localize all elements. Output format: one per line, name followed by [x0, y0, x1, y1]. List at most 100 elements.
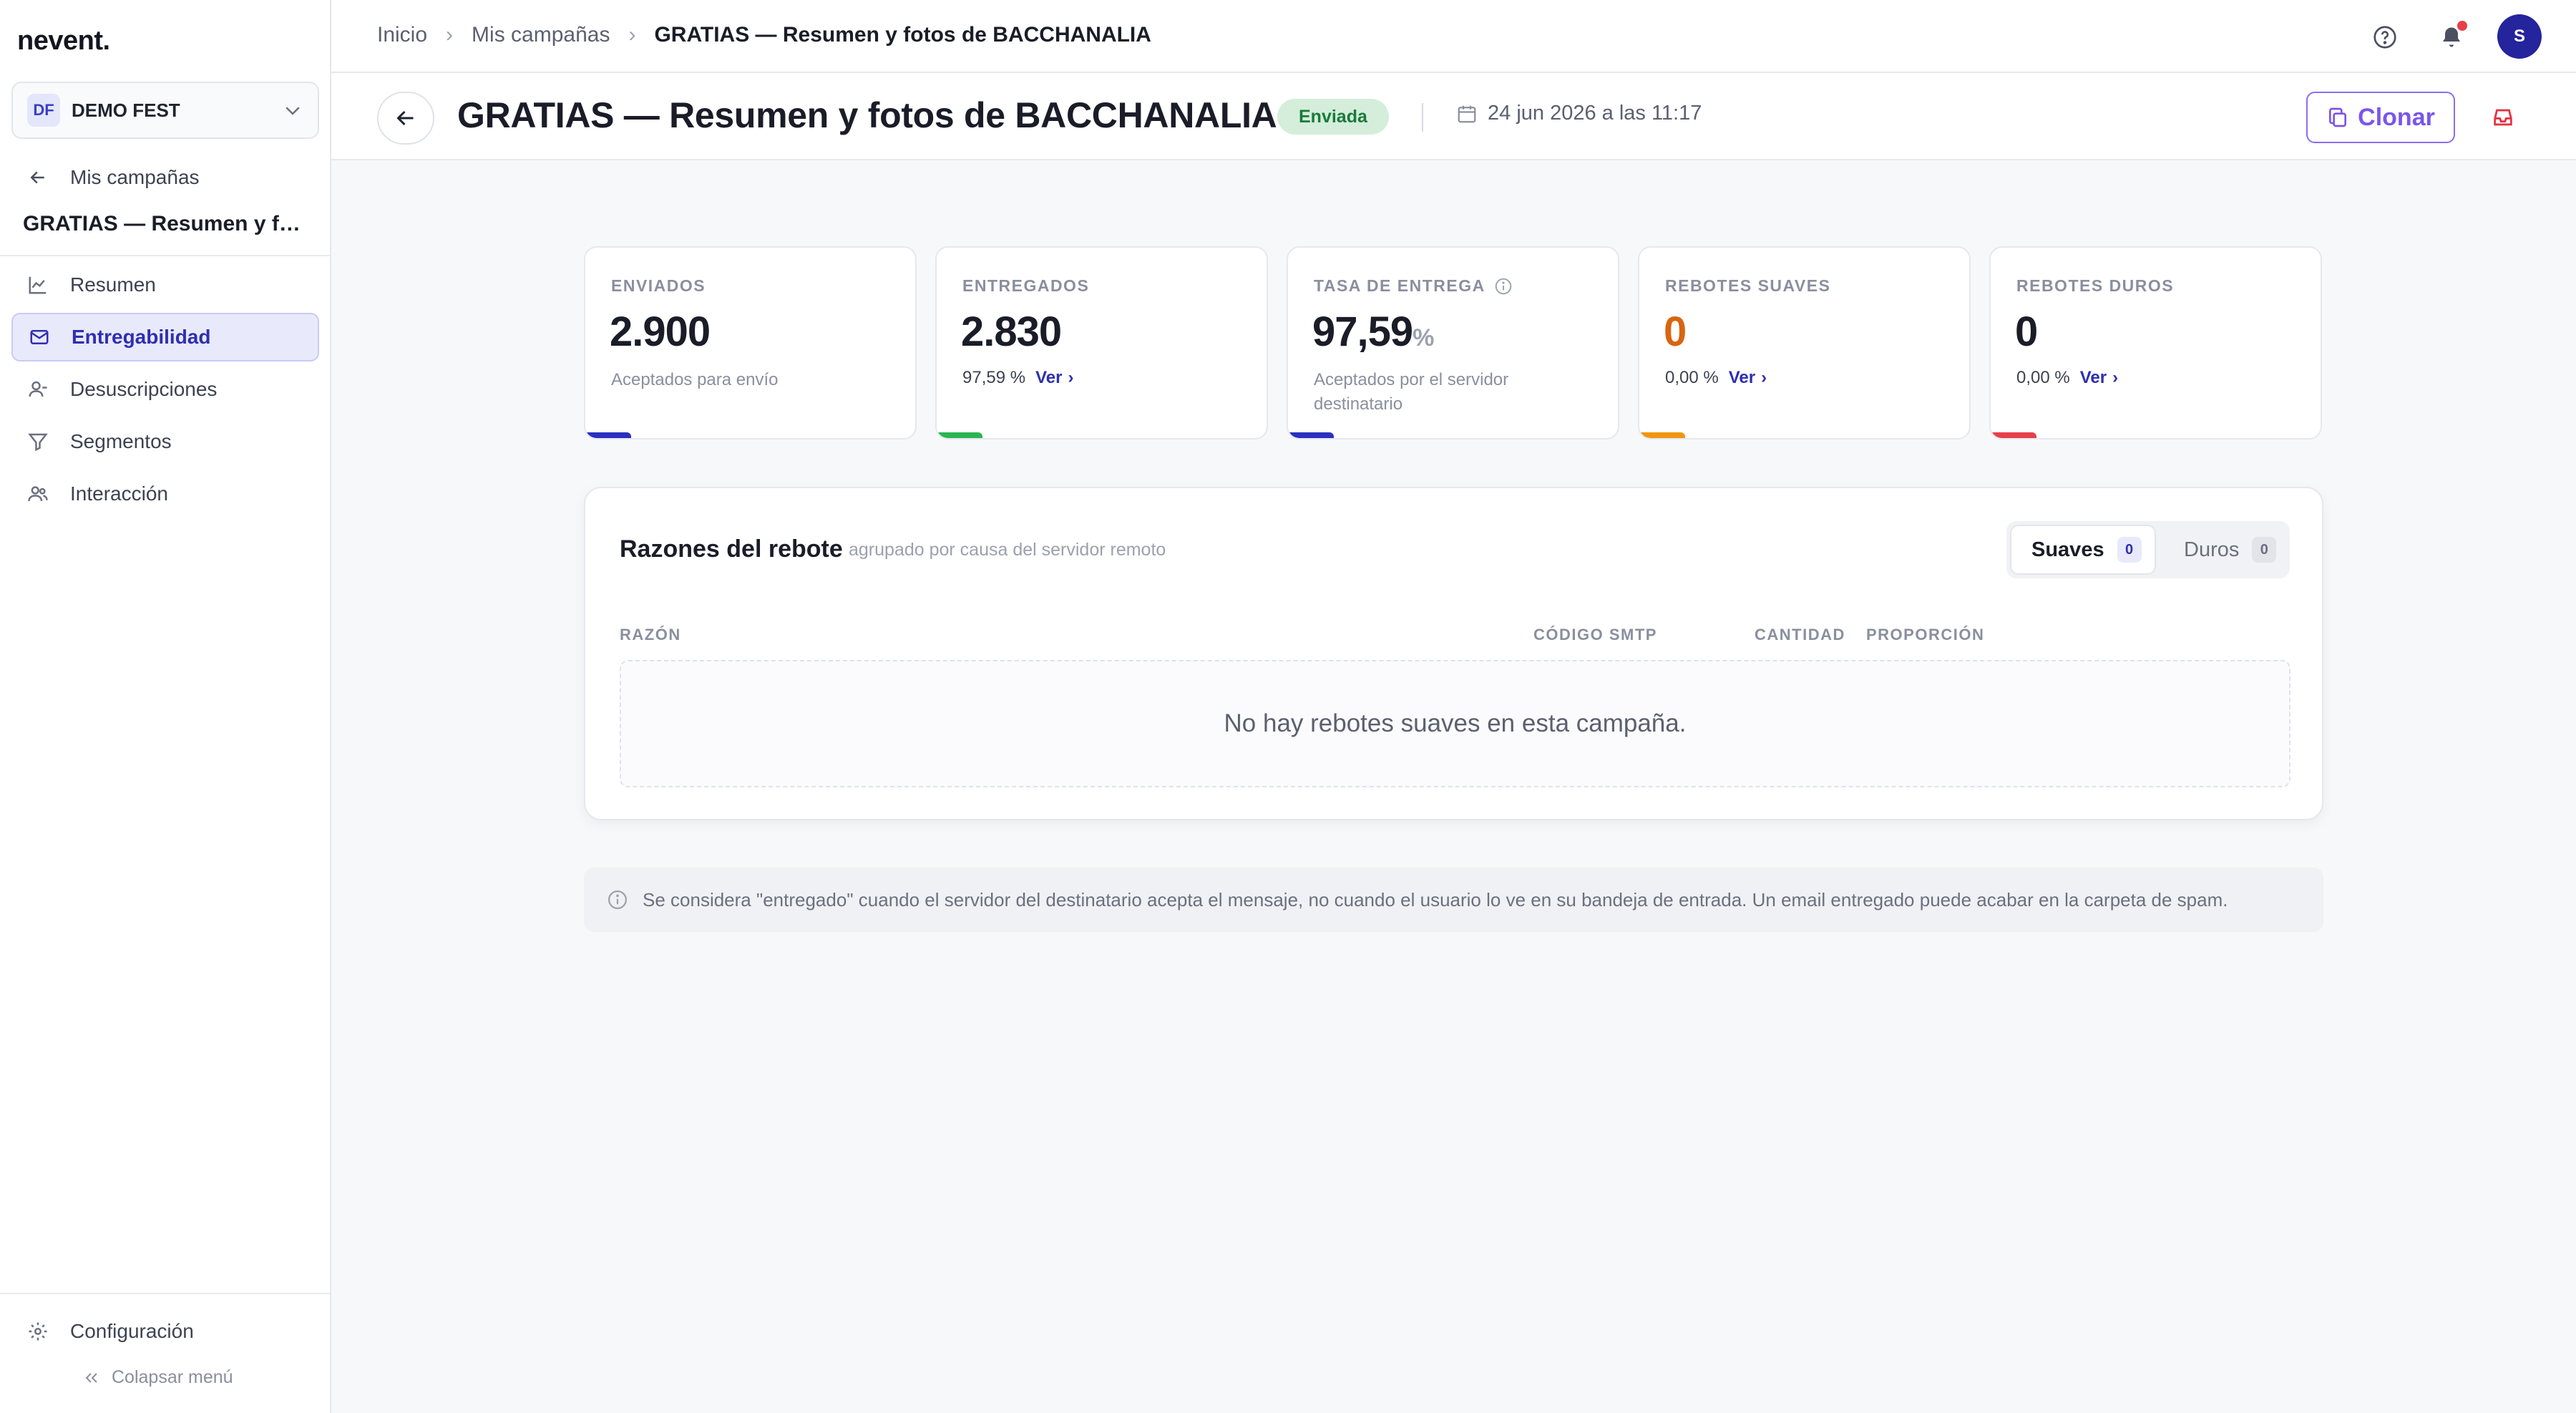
sidebar-item-entregabilidad[interactable]: Entregabilidad: [11, 313, 319, 361]
column-header-razon: RAZÓN: [620, 626, 681, 644]
back-label: Mis campañas: [70, 166, 200, 188]
page-title: GRATIAS — Resumen y fotos de BACCHANALIA: [457, 95, 1277, 135]
sidebar-divider: [0, 255, 330, 256]
stat-label: TASA DE ENTREGA: [1314, 276, 1485, 295]
sidebar-divider: [0, 1293, 330, 1294]
help-button[interactable]: [2365, 17, 2405, 57]
chevron-right-icon: ›: [446, 23, 454, 47]
sidebar-item-label: Resumen: [70, 273, 156, 296]
chevron-right-icon: ›: [628, 23, 636, 47]
stat-label: ENTREGADOS: [962, 276, 1090, 295]
ver-link[interactable]: Ver ›: [1035, 368, 1073, 388]
breadcrumb: Inicio › Mis campañas › GRATIAS — Resume…: [377, 23, 1151, 47]
ver-link-label: Ver: [1035, 368, 1063, 387]
panel-title: Razones del rebote: [620, 535, 843, 563]
empty-state: No hay rebotes suaves en esta campaña.: [620, 660, 2290, 787]
bounce-type-tabs: Suaves 0 Duros 0: [2006, 521, 2290, 578]
stat-percent: 0,00 %: [2016, 368, 2070, 387]
chevron-down-icon: [282, 99, 303, 121]
stat-sub: 0,00 % Ver ›: [1665, 368, 1767, 388]
collapse-menu-button[interactable]: Colapsar menú: [83, 1367, 233, 1388]
tab-label: Suaves: [2031, 538, 2104, 561]
org-initials: DF: [27, 94, 60, 127]
stat-value-number: 97,59: [1312, 309, 1413, 355]
calendar-icon: [1456, 103, 1478, 125]
org-selector[interactable]: DF DEMO FEST: [11, 82, 319, 139]
stat-card-enviados: ENVIADOS 2.900 Aceptados para envío: [584, 246, 917, 440]
clone-button[interactable]: Clonar: [2306, 92, 2455, 143]
page-header: GRATIAS — Resumen y fotos de BACCHANALIA…: [331, 73, 2576, 160]
sidebar-item-segmentos[interactable]: Segmentos: [11, 417, 319, 466]
app-logo[interactable]: nevent.: [17, 26, 110, 57]
stat-value: 2.830: [961, 309, 1062, 355]
filter-icon: [26, 429, 50, 454]
tab-count: 0: [2117, 537, 2142, 563]
chevron-right-icon: ›: [2112, 368, 2119, 387]
stat-card-rebotes-duros: REBOTES DUROS 0 0,00 % Ver ›: [1989, 246, 2322, 440]
stat-sub: 97,59 % Ver ›: [962, 368, 1073, 388]
sidebar-item-desuscripciones[interactable]: Desuscripciones: [11, 365, 319, 414]
breadcrumb-inicio[interactable]: Inicio: [377, 23, 427, 47]
stat-label: REBOTES DUROS: [2016, 276, 2175, 295]
inbox-icon: [2491, 105, 2515, 130]
chevron-right-icon: ›: [1761, 368, 1767, 387]
notification-dot: [2455, 19, 2469, 33]
back-button[interactable]: [377, 92, 434, 145]
user-minus-icon: [26, 377, 50, 402]
info-note-text: Se considera "entregado" cuando el servi…: [643, 888, 2228, 911]
stat-card-tasa-entrega: TASA DE ENTREGA 97,59% Aceptados por el …: [1287, 246, 1619, 440]
top-bar: Inicio › Mis campañas › GRATIAS — Resume…: [331, 0, 2576, 73]
ver-link-label: Ver: [2079, 368, 2107, 387]
mail-icon: [27, 325, 52, 349]
breadcrumb-current: GRATIAS — Resumen y fotos de BACCHANALIA: [654, 23, 1151, 47]
sidebar-item-label: Interacción: [70, 482, 168, 505]
arrow-left-icon: [393, 105, 419, 131]
sidebar-item-configuracion[interactable]: Configuración: [11, 1307, 319, 1356]
tab-count: 0: [2252, 537, 2277, 563]
sidebar-item-label: Configuración: [70, 1320, 194, 1342]
tab-duros[interactable]: Duros 0: [2164, 525, 2287, 575]
clone-label: Clonar: [2358, 103, 2435, 131]
arrow-left-icon: [26, 165, 50, 190]
collapse-menu-label: Colapsar menú: [112, 1367, 233, 1387]
ver-link[interactable]: Ver ›: [2080, 368, 2118, 388]
back-to-campaigns-link[interactable]: Mis campañas: [11, 153, 319, 202]
ver-link[interactable]: Ver ›: [1729, 368, 1767, 388]
stat-value: 2.900: [610, 309, 711, 355]
sidebar-campaign-title: GRATIAS — Resumen y fotos de BACCHANALIA: [23, 212, 309, 235]
stat-sub: Aceptados por el servidor destinatario: [1314, 370, 1509, 414]
sidebar-item-resumen[interactable]: Resumen: [11, 261, 319, 309]
help-icon: [2372, 24, 2398, 50]
chevron-right-icon: ›: [1068, 368, 1074, 387]
sidebar-item-interaccion[interactable]: Interacción: [11, 470, 319, 518]
panel-subtitle: agrupado por causa del servidor remoto: [849, 540, 1166, 560]
stat-card-entregados: ENTREGADOS 2.830 97,59 % Ver ›: [935, 246, 1268, 440]
send-date: 24 jun 2026 a las 11:17: [1456, 102, 1702, 125]
stat-accent-bar: [1288, 432, 1334, 438]
org-name: DEMO FEST: [72, 99, 180, 121]
tab-suaves[interactable]: Suaves 0: [2010, 525, 2156, 575]
column-header-cantidad: CANTIDAD: [1755, 626, 1845, 644]
stat-accent-bar: [1639, 432, 1685, 438]
stat-percent: 0,00 %: [1665, 368, 1719, 387]
sidebar: nevent. DF DEMO FEST Mis campañas GRATIA…: [0, 0, 331, 1413]
users-icon: [26, 482, 50, 506]
sidebar-item-label: Entregabilidad: [72, 326, 211, 348]
send-date-text: 24 jun 2026 a las 11:17: [1488, 102, 1702, 125]
breadcrumb-mis-campanas[interactable]: Mis campañas: [472, 23, 610, 47]
copy-icon: [2326, 106, 2349, 129]
column-header-codigo-smtp: CÓDIGO SMTP: [1533, 626, 1657, 644]
info-icon[interactable]: [1494, 277, 1513, 296]
info-note: Se considera "entregado" cuando el servi…: [584, 868, 2323, 932]
inbox-button[interactable]: [2483, 99, 2523, 136]
stat-accent-bar: [1991, 432, 2036, 438]
status-badge: Enviada: [1277, 99, 1389, 135]
stat-accent-bar: [937, 432, 982, 438]
avatar[interactable]: S: [2497, 14, 2542, 59]
stat-value: 97,59%: [1312, 308, 1434, 356]
stat-card-rebotes-suaves: REBOTES SUAVES 0 0,00 % Ver ›: [1638, 246, 1971, 440]
stat-label: ENVIADOS: [611, 276, 706, 295]
sidebar-item-label: Desuscripciones: [70, 378, 218, 400]
stat-label-row: TASA DE ENTREGA: [1314, 276, 1513, 296]
sidebar-item-label: Segmentos: [70, 430, 172, 452]
